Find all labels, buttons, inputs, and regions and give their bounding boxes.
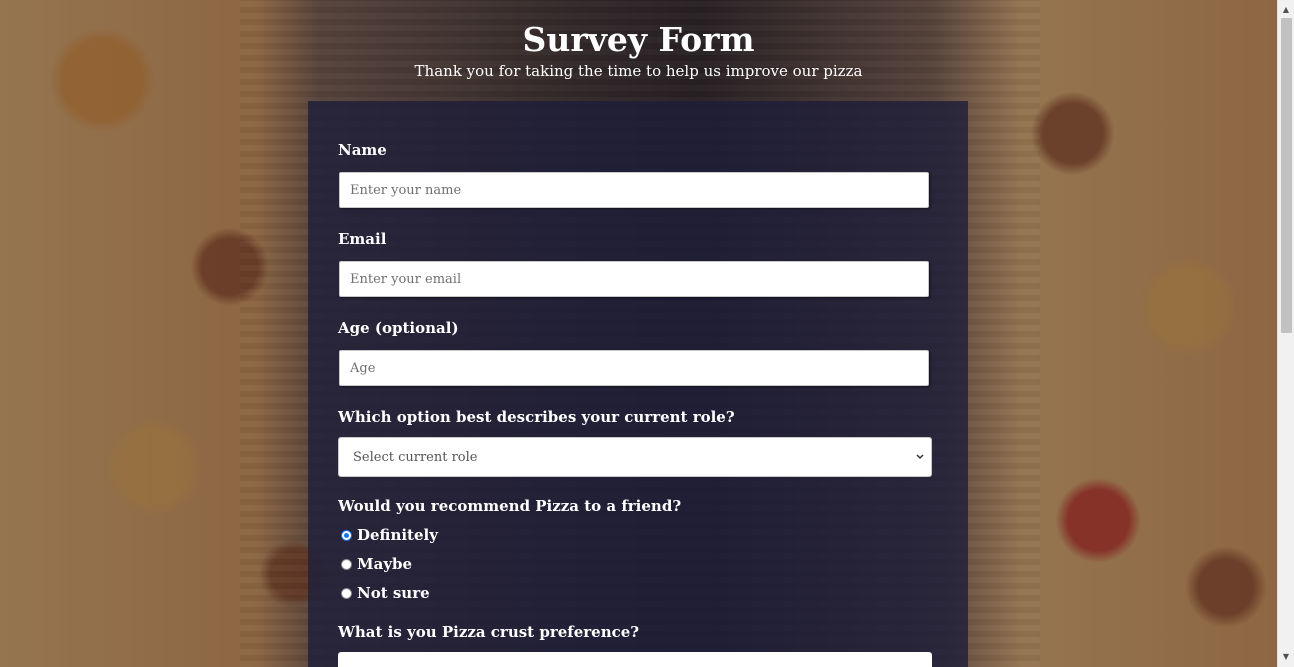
page-description: Thank you for taking the time to help us…: [414, 62, 863, 80]
crust-label: What is you Pizza crust preference?: [338, 623, 640, 641]
age-label: Age (optional): [338, 319, 459, 337]
role-label: Which option best describes your current…: [338, 408, 735, 426]
role-select[interactable]: Select current role: [338, 437, 932, 477]
radio-button[interactable]: [341, 529, 352, 541]
email-input[interactable]: [339, 261, 929, 297]
scrollbar-thumb[interactable]: [1281, 18, 1292, 333]
crust-select[interactable]: [338, 652, 932, 667]
radio-button[interactable]: [341, 587, 352, 599]
chevron-down-icon: [916, 454, 924, 460]
recommend-option-not-sure[interactable]: Not sure: [341, 584, 430, 602]
vertical-scrollbar[interactable]: ▲ ▼: [1277, 0, 1294, 667]
role-select-value: Select current role: [353, 449, 478, 465]
email-label: Email: [338, 230, 387, 248]
recommend-label: Would you recommend Pizza to a friend?: [338, 497, 682, 515]
recommend-option-maybe[interactable]: Maybe: [341, 555, 412, 573]
radio-label: Not sure: [357, 584, 430, 602]
radio-label: Definitely: [357, 526, 438, 544]
recommend-option-definitely[interactable]: Definitely: [341, 526, 438, 544]
name-label: Name: [338, 141, 387, 159]
name-input[interactable]: [339, 172, 929, 208]
scroll-down-arrow-icon[interactable]: ▼: [1281, 652, 1291, 662]
age-input[interactable]: [339, 350, 929, 386]
scroll-up-arrow-icon[interactable]: ▲: [1281, 5, 1291, 15]
radio-label: Maybe: [357, 555, 413, 573]
radio-button[interactable]: [341, 558, 352, 570]
page-title: Survey Form: [522, 20, 755, 59]
